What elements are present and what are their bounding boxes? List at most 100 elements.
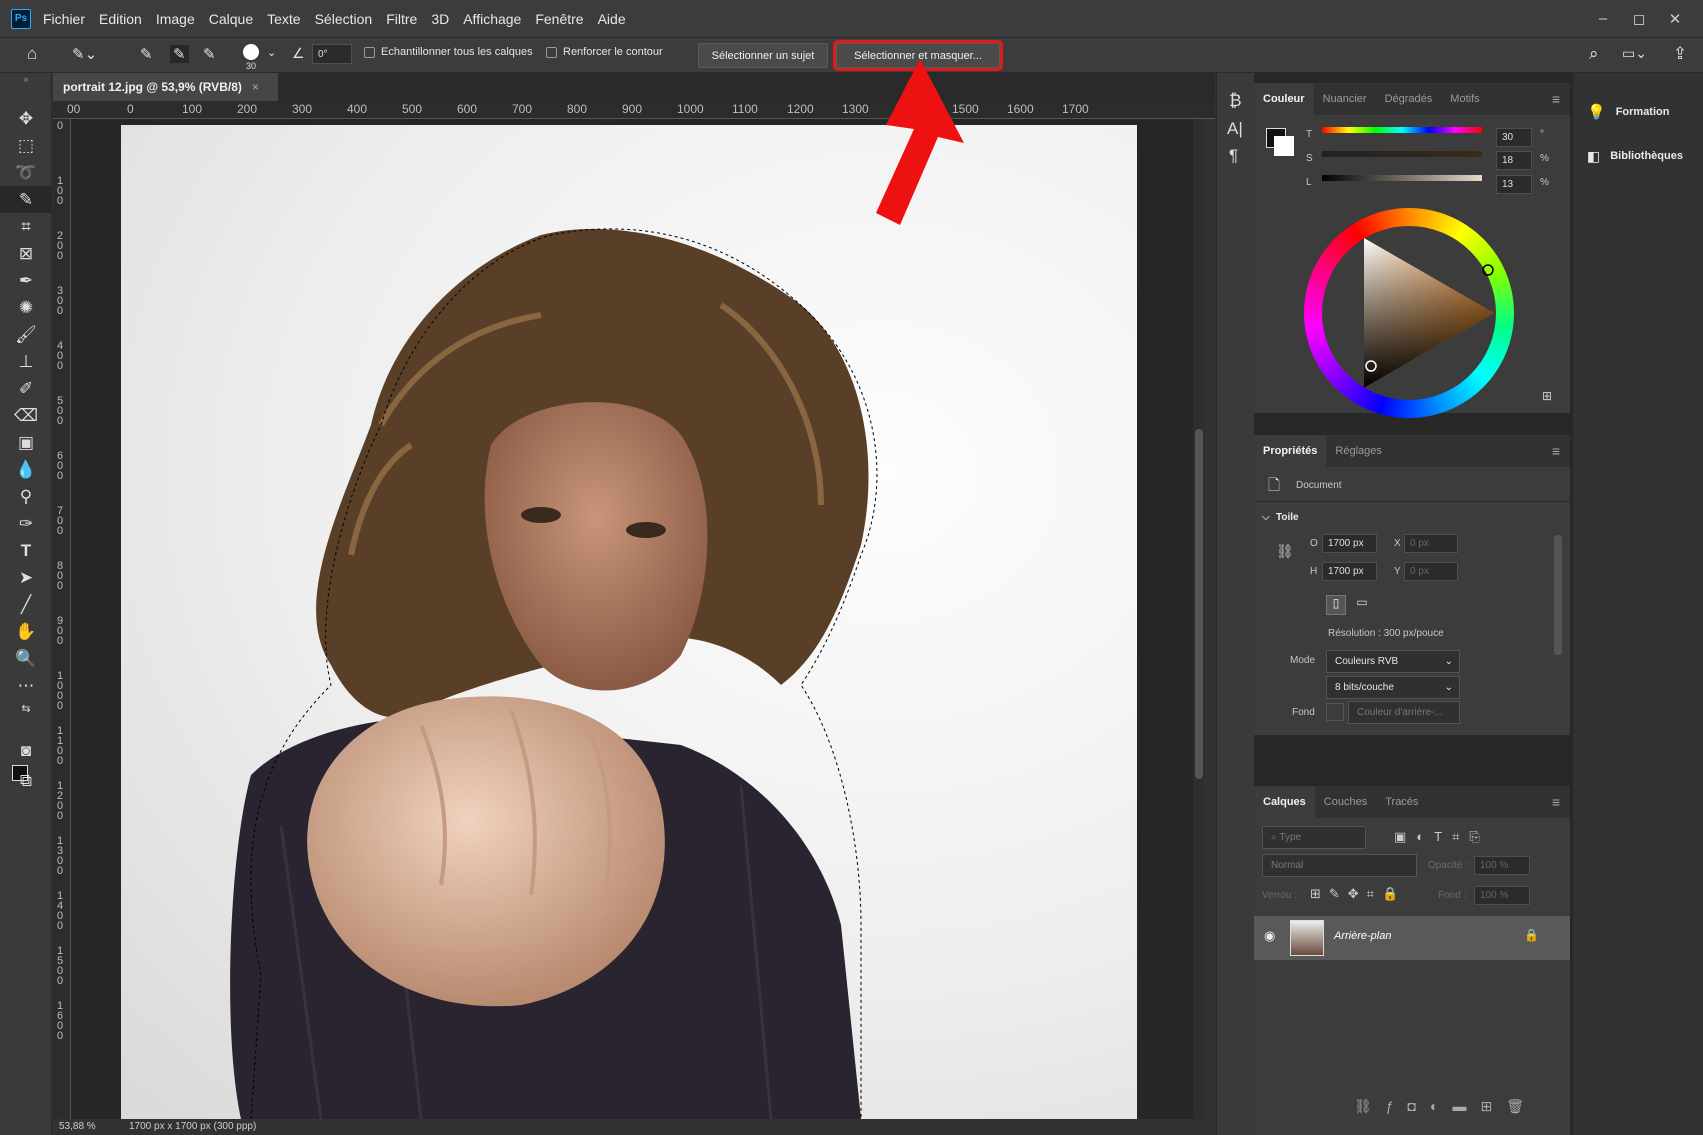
select-subject-button[interactable]: Sélectionner un sujet	[698, 43, 828, 68]
lock-icon[interactable]: 🔒	[1524, 928, 1539, 942]
lock-icons[interactable]: ⊞✎✥⌗🔒	[1310, 886, 1406, 902]
landscape-orientation-icon[interactable]: ▭	[1352, 595, 1372, 615]
character-icon[interactable]: A|	[1227, 119, 1243, 139]
stamp-tool-icon[interactable]: ⊥	[0, 348, 52, 375]
hue-slider[interactable]	[1322, 127, 1482, 133]
angle-field[interactable]: 0°	[312, 44, 352, 64]
maximize-button[interactable]: ◻	[1621, 10, 1657, 28]
properties-scrollbar[interactable]	[1554, 535, 1562, 655]
width-field[interactable]: 1700 px	[1322, 534, 1377, 553]
portrait-orientation-icon[interactable]: ▯	[1326, 595, 1346, 615]
link-icon[interactable]: ⛓	[1276, 543, 1294, 560]
collapse-icon[interactable]: »	[0, 73, 52, 85]
section-chevron-icon[interactable]: ⌵	[1262, 512, 1270, 523]
menu-fichier[interactable]: Fichier	[43, 11, 85, 27]
blend-mode-select[interactable]: Normal	[1262, 854, 1417, 877]
menu-selection[interactable]: Sélection	[315, 11, 373, 27]
quick-selection-tool-icon[interactable]: ✎	[0, 186, 52, 213]
paragraph-icon[interactable]: ¶	[1229, 146, 1238, 166]
document-image[interactable]	[121, 125, 1137, 1119]
menu-affichage[interactable]: Affichage	[463, 11, 521, 27]
brush-tool-icon[interactable]: 🖌	[0, 321, 52, 348]
gradient-tool-icon[interactable]: ▣	[0, 429, 52, 456]
crop-tool-icon[interactable]: ⌗	[0, 213, 52, 240]
new-selection-icon[interactable]: ✎	[140, 45, 153, 63]
menu-texte[interactable]: Texte	[267, 11, 300, 27]
home-icon[interactable]: ⌂	[27, 44, 37, 64]
glyphs-icon[interactable]: ₿	[1229, 91, 1242, 111]
enhance-edge-checkbox[interactable]: Renforcer le contour	[546, 46, 663, 58]
close-tab-icon[interactable]: ×	[252, 80, 259, 94]
background-swatch[interactable]	[1274, 136, 1294, 156]
tab-motifs[interactable]: Motifs	[1441, 83, 1488, 115]
menu-edition[interactable]: Edition	[99, 11, 142, 27]
swap-colors-icon[interactable]: ⇆	[0, 695, 52, 722]
eyedropper-tool-icon[interactable]: ✒	[0, 267, 52, 294]
zoom-tool-icon[interactable]: 🔍	[0, 645, 52, 672]
marquee-tool-icon[interactable]: ⬚	[0, 132, 52, 159]
path-selection-tool-icon[interactable]: ➤	[0, 564, 52, 591]
frame-tool-icon[interactable]: ⊠	[0, 240, 52, 267]
menu-3d[interactable]: 3D	[431, 11, 449, 27]
vertical-scrollbar[interactable]	[1193, 119, 1205, 1119]
minimize-button[interactable]: –	[1585, 10, 1621, 27]
saturation-field[interactable]: 18	[1496, 151, 1532, 170]
layer-filter-icons[interactable]: ▣◐T⌗⎘	[1394, 829, 1490, 845]
tab-couches[interactable]: Couches	[1315, 786, 1376, 818]
chevron-down-icon[interactable]: ⌄	[267, 46, 276, 59]
add-swatch-icon[interactable]: ⊞	[1542, 389, 1552, 403]
menu-filtre[interactable]: Filtre	[386, 11, 417, 27]
layer-row-arriere-plan[interactable]: ◉ Arrière-plan 🔒	[1254, 916, 1570, 960]
document-info[interactable]: 1700 px x 1700 px (300 ppp)	[129, 1121, 256, 1132]
lightness-field[interactable]: 13	[1496, 175, 1532, 194]
quick-mask-icon[interactable]: ◙	[0, 737, 52, 764]
tab-couleur[interactable]: Couleur	[1254, 83, 1314, 115]
lightness-slider[interactable]	[1322, 175, 1482, 181]
screen-mode-icon[interactable]: ⧉	[0, 767, 52, 794]
zoom-level[interactable]: 53,88 %	[59, 1121, 96, 1132]
tab-nuancier[interactable]: Nuancier	[1314, 83, 1376, 115]
share-icon[interactable]: ⇪	[1673, 44, 1687, 64]
panel-menu-icon[interactable]: ≡	[1552, 91, 1560, 107]
close-window-button[interactable]: ✕	[1657, 10, 1693, 28]
dodge-tool-icon[interactable]: ⚲	[0, 483, 52, 510]
tab-traces[interactable]: Tracés	[1376, 786, 1427, 818]
tab-proprietes[interactable]: Propriétés	[1254, 435, 1327, 467]
brush-preview-icon[interactable]	[243, 44, 259, 60]
height-field[interactable]: 1700 px	[1322, 562, 1377, 581]
menu-aide[interactable]: Aide	[598, 11, 626, 27]
y-field[interactable]: 0 px	[1404, 562, 1458, 581]
panel-menu-icon[interactable]: ≡	[1552, 443, 1560, 459]
menu-image[interactable]: Image	[156, 11, 195, 27]
opacity-field[interactable]: 100 %	[1474, 856, 1530, 875]
quick-selection-preset-icon[interactable]: ✎⌄	[72, 45, 97, 63]
subtract-selection-icon[interactable]: ✎	[203, 45, 216, 63]
healing-tool-icon[interactable]: ✺	[0, 294, 52, 321]
move-tool-icon[interactable]: ✥	[0, 105, 52, 132]
menu-fenetre[interactable]: Fenêtre	[535, 11, 583, 27]
history-brush-tool-icon[interactable]: ✐	[0, 375, 52, 402]
workspace-icon[interactable]: ▭⌄	[1622, 45, 1647, 62]
x-field[interactable]: 0 px	[1404, 534, 1458, 553]
line-tool-icon[interactable]: ╱	[0, 591, 52, 618]
eraser-tool-icon[interactable]: ⌫	[0, 402, 52, 429]
tab-calques[interactable]: Calques	[1254, 786, 1315, 818]
pen-tool-icon[interactable]: ✑	[0, 510, 52, 537]
type-tool-icon[interactable]: T	[0, 537, 52, 564]
hue-field[interactable]: 30	[1496, 128, 1532, 147]
add-to-selection-icon[interactable]: ✎	[170, 45, 189, 63]
hand-tool-icon[interactable]: ✋	[0, 618, 52, 645]
formation-panel-button[interactable]: 💡 Formation	[1573, 93, 1703, 131]
blur-tool-icon[interactable]: 💧	[0, 456, 52, 483]
tab-reglages[interactable]: Réglages	[1326, 435, 1390, 467]
fill-select[interactable]: Couleur d'arrière-...	[1348, 701, 1460, 724]
layer-fill-field[interactable]: 100 %	[1474, 886, 1530, 905]
search-icon[interactable]: ⌕	[1589, 44, 1599, 64]
tab-degrades[interactable]: Dégradés	[1376, 83, 1442, 115]
color-triangle[interactable]	[1304, 208, 1514, 418]
fill-swatch[interactable]	[1326, 703, 1344, 721]
layer-actions-icons[interactable]: ⛓ƒ◘◐▬⊞🗑	[1354, 1098, 1538, 1115]
document-tab[interactable]: portrait 12.jpg @ 53,9% (RVB/8) ×	[53, 73, 278, 101]
mode-select[interactable]: Couleurs RVB ⌄	[1326, 650, 1460, 673]
lasso-tool-icon[interactable]: ➰	[0, 159, 52, 186]
